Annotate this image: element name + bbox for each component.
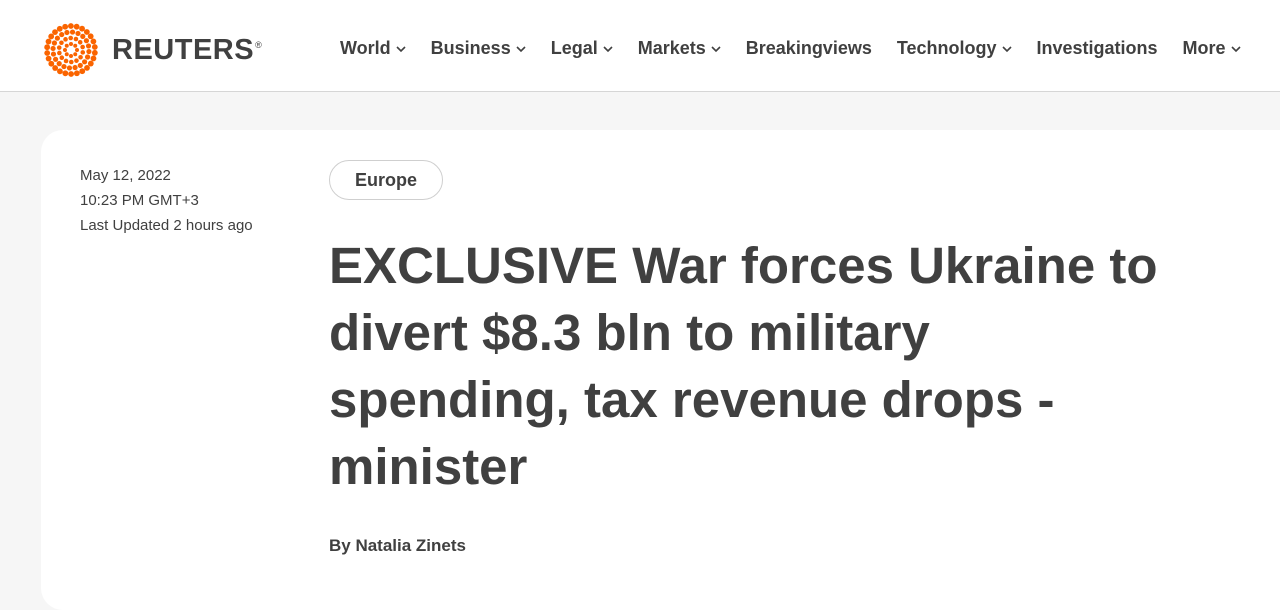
reuters-logo-icon	[44, 23, 98, 77]
chevron-down-icon	[516, 45, 526, 52]
nav-item-investigations[interactable]: Investigations	[1037, 38, 1158, 59]
nav-item-technology[interactable]: Technology	[897, 38, 1012, 59]
site-header: REUTERS® World Business Legal Markets Br…	[0, 0, 1280, 92]
chevron-down-icon	[396, 45, 406, 52]
article-time: 10:23 PM GMT+3	[80, 192, 199, 209]
article-headline: EXCLUSIVE War forces Ukraine to divert $…	[329, 237, 1158, 495]
article-byline[interactable]: By Natalia Zinets	[329, 536, 466, 556]
nav-item-breakingviews[interactable]: Breakingviews	[746, 38, 872, 59]
main-nav: World Business Legal Markets Breakingvie…	[340, 38, 1241, 59]
logo-wordmark: REUTERS®	[112, 33, 263, 66]
reuters-logo[interactable]: REUTERS®	[40, 22, 262, 78]
chevron-down-icon	[1001, 45, 1012, 52]
nav-item-world[interactable]: World	[340, 38, 406, 59]
chevron-down-icon	[1230, 45, 1241, 52]
nav-item-business[interactable]: Business	[431, 38, 526, 59]
article-date: May 12, 2022	[80, 167, 171, 184]
nav-item-more[interactable]: More	[1183, 38, 1241, 59]
nav-item-legal[interactable]: Legal	[551, 38, 613, 59]
chevron-down-icon	[603, 45, 613, 52]
article-updated: Last Updated 2 hours ago	[80, 217, 253, 234]
chevron-down-icon	[711, 45, 721, 52]
article-meta: May 12, 2022 10:23 PM GMT+3 Last Updated…	[80, 163, 253, 238]
section-tag[interactable]: Europe	[329, 160, 444, 200]
nav-item-markets[interactable]: Markets	[638, 38, 721, 59]
